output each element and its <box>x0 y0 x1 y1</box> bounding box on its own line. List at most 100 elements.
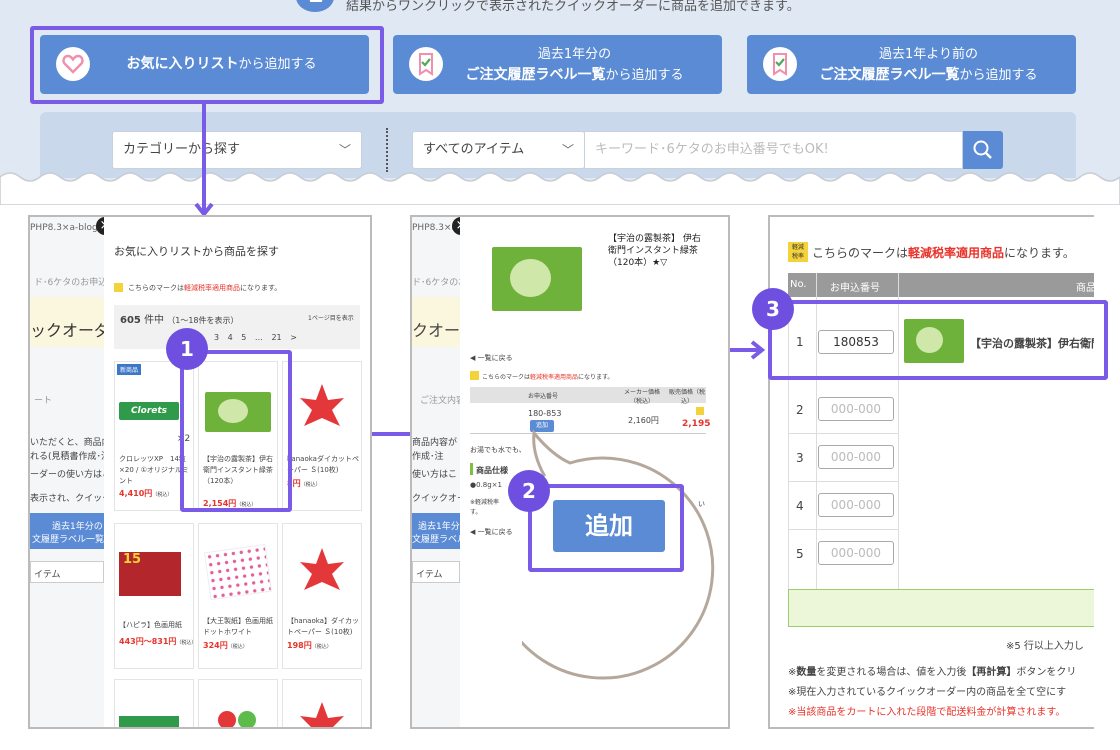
page-link[interactable]: 21 <box>271 333 281 342</box>
spec-marker <box>470 463 473 475</box>
tax-badge <box>696 407 704 415</box>
add-button[interactable]: 追加 <box>553 500 665 552</box>
divider <box>788 529 898 530</box>
history-older-line1: 過去1年より前の <box>878 46 978 62</box>
row-no: 3 <box>796 451 804 465</box>
page-note: 1ページ目を表示 <box>308 315 354 322</box>
product-code: 180-853 <box>528 409 562 418</box>
highlight-favorites <box>30 26 384 104</box>
bg-text: ご注文内容 <box>420 396 466 406</box>
more-rows-note: ※5 行以上入力し <box>1006 641 1084 652</box>
panel-product-detail: PHP8.3×a-blog. ド･6ケタのお申込番号 クオーダ ご注文内容 商品… <box>410 215 730 729</box>
highlight-product <box>180 350 292 512</box>
product-card[interactable] <box>282 679 362 727</box>
th-no: No. <box>790 279 807 290</box>
category-select-value: カテゴリーから探す <box>123 142 241 157</box>
next-page[interactable]: > <box>290 333 297 342</box>
page-link[interactable]: 4 <box>228 333 233 342</box>
product-image <box>300 384 344 426</box>
product-name: 【ハピラ】色画用紙 <box>119 621 182 629</box>
product-tax: （税込） <box>152 492 173 498</box>
keyword-input[interactable]: キーワード･6ケタのお申込番号でもOK! <box>585 131 963 169</box>
page-link[interactable]: 3 <box>214 333 219 342</box>
back-link[interactable]: ◀ 一覧に戻る <box>470 527 513 537</box>
item-type-value: すべてのアイテム <box>423 142 525 157</box>
product-image <box>218 711 256 727</box>
product-tax: （税込） <box>227 644 248 650</box>
note-text: を変更される場合は、値を入力後 <box>816 667 967 678</box>
step-badge-1: 1 <box>166 328 208 370</box>
result-range: （1～18件を表示） <box>167 316 239 325</box>
bg-cart: ート <box>34 396 53 406</box>
product-card[interactable]: 【hanaoka】ダイカットペーパー Ｓ(10枚) 198円（税込） <box>282 523 362 669</box>
product-image: 15 <box>119 552 181 596</box>
th-code: お申込番号 <box>528 393 559 400</box>
step-badge-2: 2 <box>508 470 550 512</box>
tax-badge-line1: 軽減 <box>791 244 804 251</box>
row-no: 4 <box>796 499 804 513</box>
pagination[interactable]: 3 4 5 … 21 > <box>214 333 297 342</box>
bg-text: イテム <box>34 570 61 580</box>
note-text: ※現在入力されているクイックオーダー内の商品を全て空にす <box>788 687 1067 698</box>
history-1year-label: ご注文履歴ラベル一覧 <box>465 66 606 83</box>
bg-text: 過去1年分の <box>52 522 103 532</box>
page-link[interactable]: 5 <box>241 333 246 342</box>
search-button[interactable] <box>963 131 1003 169</box>
result-count: 605 <box>120 315 141 326</box>
history-older-button[interactable]: 過去1年より前のご注文履歴ラベル一覧から追加する <box>747 35 1076 94</box>
th-sale: 販売価格（税込） <box>668 389 705 405</box>
bg-text: イテム <box>416 570 443 580</box>
product-image <box>119 716 179 727</box>
product-card[interactable] <box>114 679 194 727</box>
tax-note: になります。 <box>578 374 614 381</box>
category-select[interactable]: カテゴリーから探す ﹀ <box>112 131 362 169</box>
th-code: お申込番号 <box>830 283 880 294</box>
note-text: 【再計算】 <box>966 667 1017 678</box>
product-card[interactable] <box>198 679 278 727</box>
result-unit: 件中 <box>144 315 165 326</box>
product-image <box>300 548 344 590</box>
note-text: ボタンをクリ <box>1016 667 1077 678</box>
product-card[interactable]: hanaokaダイカットペーパー Ｓ(10枚) 8円（税込） <box>282 361 362 511</box>
cart-icon <box>309 0 323 2</box>
product-price: 443円～831円 <box>119 637 177 646</box>
note-warning: ※当該商品をカートに入れた段階で配送料金が計算されます。 <box>788 707 1066 718</box>
code-input[interactable]: 000-000 <box>818 541 894 565</box>
product-card[interactable]: 【大王製紙】色画用紙 ドットホワイト 324円（税込） <box>198 523 278 669</box>
bg-text: クイックオー <box>412 494 467 504</box>
note-text: 数量 <box>796 667 817 678</box>
product-tax: （税込） <box>311 644 332 650</box>
history-1year-button[interactable]: 過去1年分の ご注文履歴ラベル一覧から追加する <box>393 35 722 94</box>
row-no: 2 <box>796 403 804 417</box>
product-tax: （税込） <box>300 482 321 488</box>
back-link[interactable]: ◀ 一覧に戻る <box>470 353 513 363</box>
product-image-text: 15 <box>123 552 142 567</box>
panel-quick-order: 軽減 税率 こちらのマークは軽減税率適用商品になります。 No. お申込番号 商品… <box>768 215 1094 729</box>
item-type-select[interactable]: すべてのアイテム ﹀ <box>412 131 585 169</box>
code-input[interactable]: 000-000 <box>818 493 894 517</box>
search-icon <box>973 140 992 159</box>
tax-note-red: 軽減税率適用商品 <box>908 246 1005 260</box>
tax-note: こちらのマークは <box>482 374 531 381</box>
product-card[interactable]: 15 【ハピラ】色画用紙 443円～831円（税込） <box>114 523 196 669</box>
tax-badge-line2: 税率 <box>791 253 804 260</box>
spec-line: ●0.8g×1 <box>470 481 503 489</box>
tax-note: こちらのマークは <box>812 246 909 260</box>
tax-badge <box>114 283 123 292</box>
history-older-suffix: から追加する <box>959 67 1038 83</box>
step-badge-3: 3 <box>752 288 794 330</box>
product-price: 324円 <box>203 641 228 650</box>
divider <box>788 481 898 482</box>
bookmark-check-icon <box>763 47 797 81</box>
tax-note: になります。 <box>240 284 282 292</box>
code-input[interactable]: 000-000 <box>818 445 894 469</box>
history-older-label: ご注文履歴ラベル一覧 <box>819 66 960 83</box>
product-image <box>300 702 344 727</box>
product-image <box>492 247 582 311</box>
tax-badge <box>470 371 479 380</box>
spec-line: ※軽減税率 <box>470 499 500 506</box>
bg-topbar: PHP8.3×a-blog. <box>30 223 101 233</box>
confirm-button[interactable] <box>788 589 1094 627</box>
row-no: 5 <box>796 547 804 561</box>
code-input[interactable]: 000-000 <box>818 397 894 421</box>
